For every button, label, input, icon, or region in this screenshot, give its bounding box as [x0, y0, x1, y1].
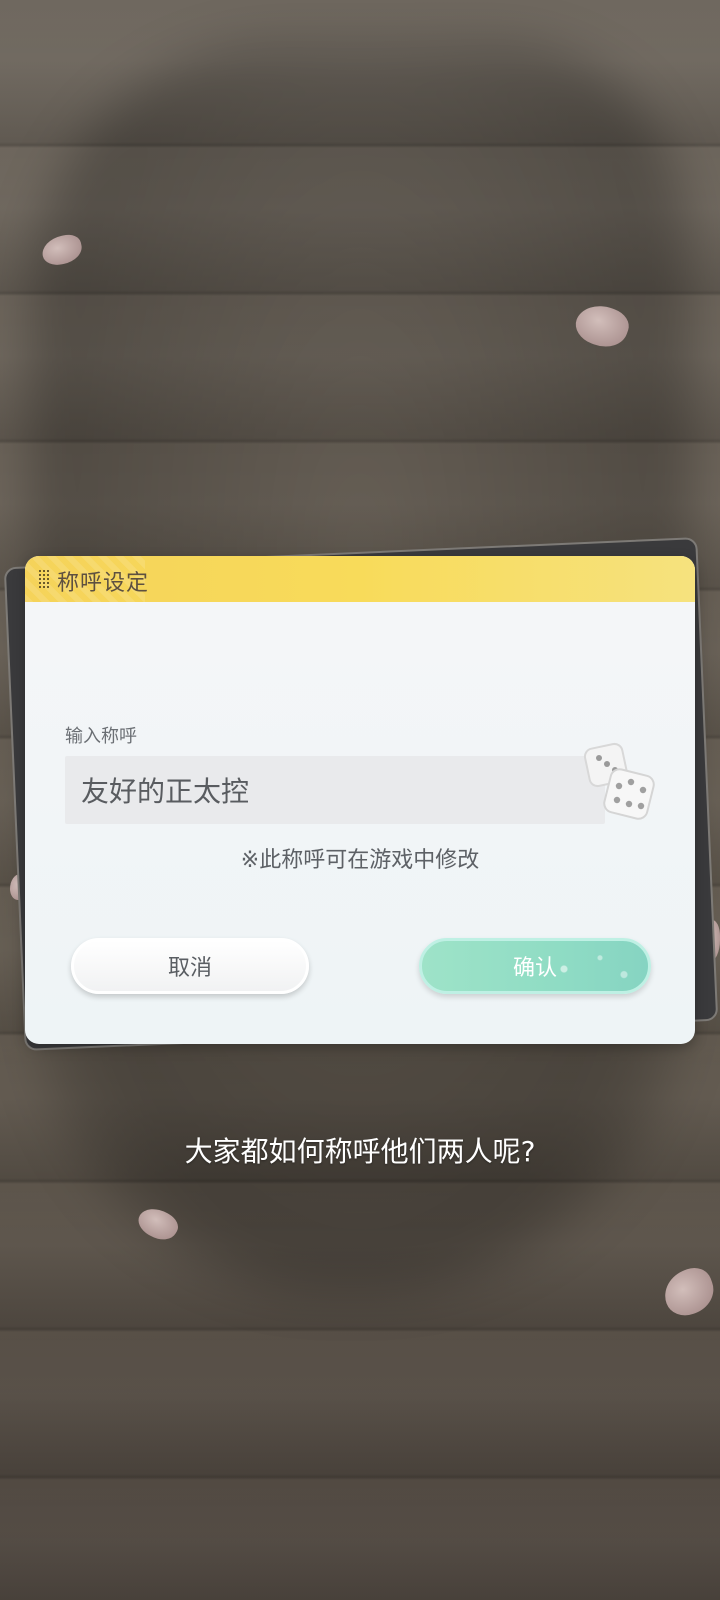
- nickname-dialog: 称呼设定 输入称呼 友好的正太控 ※此称呼可在游戏中修改 取消 确认: [25, 556, 695, 1044]
- nickname-input[interactable]: 友好的正太控: [65, 756, 605, 824]
- dialog-header: 称呼设定: [25, 556, 695, 602]
- confirm-button-label: 确认: [512, 956, 557, 981]
- grip-icon: [39, 570, 51, 588]
- cancel-button[interactable]: 取消: [71, 938, 309, 994]
- confirm-button[interactable]: 确认: [419, 938, 651, 994]
- input-label: 输入称呼: [65, 726, 137, 747]
- game-screen: 称呼设定 输入称呼 友好的正太控 ※此称呼可在游戏中修改 取消 确认 大家都如何…: [0, 0, 720, 1600]
- random-dice-icon[interactable]: [581, 742, 661, 826]
- hint-text: ※此称呼可在游戏中修改: [240, 848, 480, 873]
- cancel-button-label: 取消: [167, 956, 212, 981]
- story-question-text: 大家都如何称呼他们两人呢?: [184, 1135, 536, 1168]
- dialog-title: 称呼设定: [57, 571, 150, 596]
